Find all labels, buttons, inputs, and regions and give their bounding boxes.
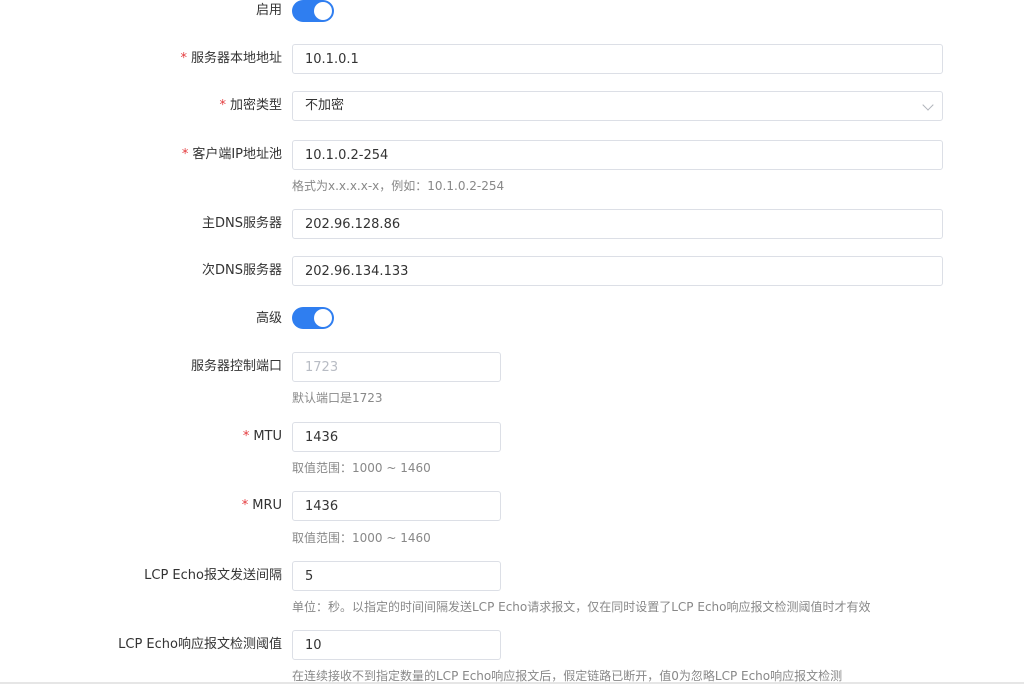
encryption-type-value: 不加密 <box>305 98 345 113</box>
client-ip-pool-input[interactable] <box>292 140 943 170</box>
server-local-address-label: * 服务器本地地址 <box>180 51 282 66</box>
control-port-input[interactable] <box>292 352 501 382</box>
encryption-type-select[interactable]: 不加密 <box>292 91 943 121</box>
mru-hint: 取值范围：1000 ~ 1460 <box>292 531 431 545</box>
lcp-echo-interval-label: LCP Echo报文发送间隔 <box>144 568 282 583</box>
required-marker: * <box>242 429 250 444</box>
chevron-down-icon <box>922 99 934 111</box>
required-marker: * <box>181 147 189 162</box>
client-ip-pool-hint: 格式为x.x.x.x-x，例如：10.1.0.2-254 <box>292 179 505 193</box>
required-marker: * <box>180 51 187 66</box>
primary-dns-input[interactable] <box>292 209 943 239</box>
required-marker: * <box>241 498 249 513</box>
primary-dns-label: 主DNS服务器 <box>202 216 282 231</box>
mru-label: * MRU <box>241 498 282 513</box>
mtu-hint: 取值范围：1000 ~ 1460 <box>292 461 431 475</box>
advanced-toggle[interactable] <box>292 307 334 329</box>
toggle-knob <box>314 309 332 327</box>
lcp-echo-threshold-input[interactable] <box>292 630 501 660</box>
required-marker: * <box>219 98 226 113</box>
toggle-knob <box>314 2 332 20</box>
enable-label: 启用 <box>255 3 282 18</box>
encryption-type-label: * 加密类型 <box>219 98 282 113</box>
client-ip-pool-label: * 客户端IP地址池 <box>181 147 282 162</box>
secondary-dns-label: 次DNS服务器 <box>202 263 282 278</box>
secondary-dns-input[interactable] <box>292 256 943 286</box>
mtu-input[interactable] <box>292 422 501 452</box>
lcp-echo-interval-hint: 单位：秒。以指定的时间间隔发送LCP Echo请求报文，仅在同时设置了LCP E… <box>292 600 871 614</box>
advanced-label: 高级 <box>255 311 282 326</box>
server-local-address-input[interactable] <box>292 44 943 74</box>
lcp-echo-threshold-label: LCP Echo响应报文检测阈值 <box>118 637 282 652</box>
mtu-label: * MTU <box>242 429 282 444</box>
control-port-label: 服务器控制端口 <box>190 359 282 374</box>
control-port-hint: 默认端口是1723 <box>292 391 383 405</box>
mru-input[interactable] <box>292 491 501 521</box>
enable-toggle[interactable] <box>292 0 334 22</box>
lcp-echo-interval-input[interactable] <box>292 561 501 591</box>
